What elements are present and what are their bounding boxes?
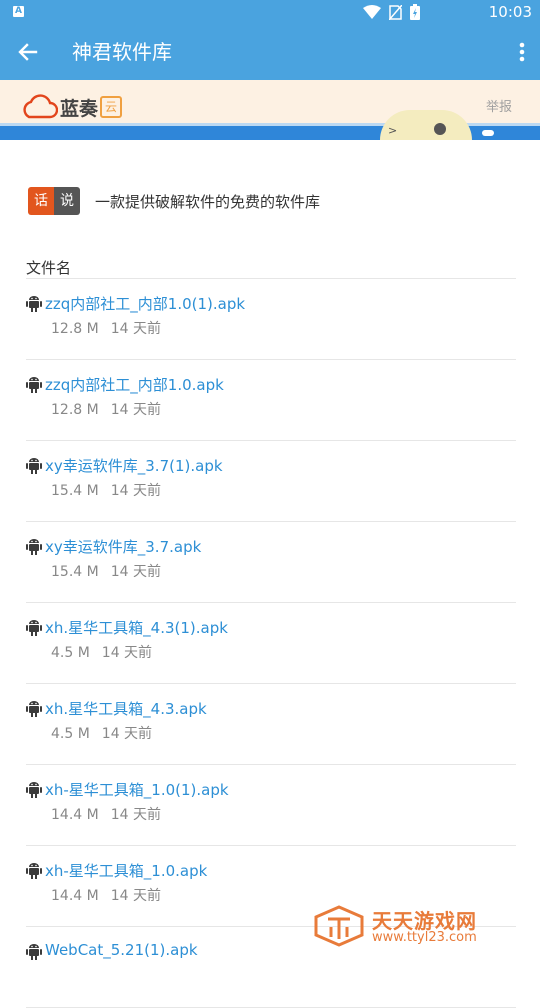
file-time: 14 天前 — [101, 645, 153, 661]
watermark-url: www.ttyl23.com — [372, 930, 477, 945]
status-time: 10:03 — [488, 3, 532, 21]
file-row[interactable]: xy幸运软件库_3.7(1).apk 15.4 M 14 天前 — [26, 441, 516, 522]
android-icon — [26, 944, 42, 960]
back-arrow-icon[interactable] — [14, 38, 42, 66]
file-meta: 12.8 M 14 天前 — [51, 399, 161, 419]
file-size: 12.8 M — [51, 402, 99, 418]
file-time: 14 天前 — [110, 402, 161, 418]
file-row[interactable]: xh.星华工具箱_4.3(1).apk 4.5 M 14 天前 — [26, 603, 516, 684]
site-watermark: 天天游戏网 www.ttyl23.com — [314, 905, 514, 949]
watermark-logo-icon — [314, 905, 364, 947]
file-meta: 4.5 M 14 天前 — [51, 642, 152, 662]
file-name[interactable]: WebCat_5.21(1).apk — [45, 941, 198, 959]
file-size: 14.4 M — [51, 807, 99, 823]
android-icon — [26, 539, 42, 555]
intro: 话 说 一款提供破解软件的免费的软件库 — [28, 187, 320, 215]
battery-icon — [410, 4, 420, 20]
file-name[interactable]: xy幸运软件库_3.7(1).apk — [45, 455, 223, 476]
notification-app-icon: A — [13, 6, 24, 17]
file-size: 15.4 M — [51, 564, 99, 580]
android-icon — [26, 701, 42, 717]
lanzou-banner: 蓝奏 云 举报 > — [0, 80, 540, 140]
file-size: 4.5 M — [51, 726, 90, 742]
status-bar: A 10:03 — [0, 0, 540, 24]
android-icon — [26, 863, 42, 879]
file-size: 4.5 M — [51, 645, 90, 661]
file-row[interactable]: zzq内部社工_内部1.0.apk 12.8 M 14 天前 — [26, 360, 516, 441]
file-time: 14 天前 — [110, 564, 161, 580]
page-title: 神君软件库 — [72, 40, 172, 64]
mascot-mouth: > — [388, 124, 398, 137]
file-time: 14 天前 — [110, 807, 161, 823]
file-row[interactable]: xh-星华工具箱_1.0(1).apk 14.4 M 14 天前 — [26, 765, 516, 846]
intro-tag-1: 话 — [28, 187, 54, 215]
banner-cloud — [482, 130, 494, 136]
file-meta — [51, 966, 63, 982]
lanzou-logo[interactable]: 蓝奏 云 — [20, 93, 123, 121]
file-meta: 4.5 M 14 天前 — [51, 723, 152, 743]
report-link[interactable]: 举报 — [486, 96, 512, 115]
file-size: 14.4 M — [51, 888, 99, 904]
file-name[interactable]: xh-星华工具箱_1.0(1).apk — [45, 779, 229, 800]
logo-text: 蓝奏 — [60, 97, 99, 120]
file-row[interactable]: zzq内部社工_内部1.0(1).apk 12.8 M 14 天前 — [26, 279, 516, 360]
android-icon — [26, 782, 42, 798]
file-list-header: 文件名 — [26, 259, 72, 277]
file-name[interactable]: zzq内部社工_内部1.0(1).apk — [45, 293, 245, 314]
intro-text: 一款提供破解软件的免费的软件库 — [95, 192, 321, 211]
no-sim-icon — [389, 4, 402, 20]
file-name[interactable]: zzq内部社工_内部1.0.apk — [45, 374, 224, 395]
logo-badge: 云 — [100, 96, 123, 118]
file-time: 14 天前 — [110, 483, 161, 499]
file-meta: 12.8 M 14 天前 — [51, 318, 161, 338]
android-icon — [26, 458, 42, 474]
file-time: 14 天前 — [110, 888, 161, 904]
app-bar: 神君软件库 — [0, 24, 540, 80]
file-meta: 14.4 M 14 天前 — [51, 804, 161, 824]
wifi-icon — [363, 5, 381, 19]
file-time: 14 天前 — [110, 321, 161, 337]
more-options-icon[interactable] — [514, 38, 530, 66]
file-name[interactable]: xh-星华工具箱_1.0.apk — [45, 860, 207, 881]
file-row[interactable]: xy幸运软件库_3.7.apk 15.4 M 14 天前 — [26, 522, 516, 603]
file-name[interactable]: xy幸运软件库_3.7.apk — [45, 536, 201, 557]
intro-tag-2: 说 — [54, 187, 80, 215]
android-icon — [26, 296, 42, 312]
file-meta: 14.4 M 14 天前 — [51, 885, 161, 905]
file-name[interactable]: xh.星华工具箱_4.3(1).apk — [45, 617, 228, 638]
file-list: zzq内部社工_内部1.0(1).apk 12.8 M 14 天前 zzq内部社工… — [26, 279, 516, 1008]
file-row[interactable]: xh.星华工具箱_4.3.apk 4.5 M 14 天前 — [26, 684, 516, 765]
status-icons — [363, 4, 420, 20]
file-meta: 15.4 M 14 天前 — [51, 561, 161, 581]
mascot-eye — [434, 123, 446, 135]
file-name[interactable]: xh.星华工具箱_4.3.apk — [45, 698, 207, 719]
file-size: 15.4 M — [51, 483, 99, 499]
file-meta: 15.4 M 14 天前 — [51, 480, 161, 500]
file-time: 14 天前 — [101, 726, 153, 742]
cloud-logo-icon — [23, 94, 58, 119]
android-icon — [26, 620, 42, 636]
file-size: 12.8 M — [51, 321, 99, 337]
android-icon — [26, 377, 42, 393]
